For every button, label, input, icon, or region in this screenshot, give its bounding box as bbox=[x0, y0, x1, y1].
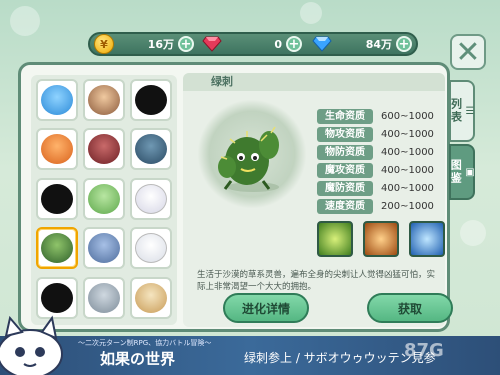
monster-slot[interactable] bbox=[83, 227, 125, 270]
tan-monster-icon bbox=[135, 282, 167, 313]
monster-slot-selected[interactable] bbox=[36, 227, 78, 270]
banner-tagline: ～二次元ターン制RPG、協力バトル冒険～ bbox=[78, 339, 212, 347]
diamond-icon bbox=[312, 34, 332, 54]
monster-detail: 绿刺 生命资质 600~1000 物攻资质 400~1000 物防资质 400~… bbox=[183, 73, 453, 327]
blue-bird-monster-icon bbox=[41, 85, 73, 115]
skill-claw-icon[interactable] bbox=[363, 221, 399, 257]
dark-blue-monster-icon bbox=[135, 134, 167, 165]
locked-monster-icon bbox=[135, 85, 167, 115]
tab-bestiary[interactable]: ▣ 图鉴 bbox=[449, 144, 475, 200]
monster-slot[interactable] bbox=[36, 177, 78, 220]
white-cat-mascot-icon bbox=[0, 315, 63, 375]
monster-slot[interactable] bbox=[36, 128, 78, 171]
orange-bear-monster-icon bbox=[41, 134, 73, 165]
monster-slot[interactable] bbox=[36, 276, 78, 319]
red-demon-monster-icon bbox=[88, 134, 120, 165]
diamond-currency: 84万 + bbox=[312, 34, 412, 54]
monster-slot[interactable] bbox=[130, 276, 172, 319]
gold-currency: ¥ 16万 + bbox=[94, 34, 194, 54]
tab-bestiary-label: 图鉴 bbox=[449, 159, 463, 185]
bokeh bbox=[10, 6, 40, 36]
brown-beast-monster-icon bbox=[88, 85, 120, 115]
ruby-currency: 0 + bbox=[202, 34, 302, 54]
monster-slot[interactable] bbox=[130, 227, 172, 270]
white-bunny-monster-icon bbox=[135, 183, 167, 214]
stat-label: 魔攻资质 bbox=[317, 162, 373, 178]
monster-slot[interactable] bbox=[130, 128, 172, 171]
locked-monster-icon bbox=[41, 183, 73, 214]
close-icon: ✕ bbox=[455, 34, 481, 70]
gray-monster-icon bbox=[88, 282, 120, 313]
ruby-icon bbox=[202, 34, 222, 54]
banner-title: 如果の世界 bbox=[100, 350, 176, 368]
stat-row: 物攻资质 400~1000 bbox=[317, 125, 443, 143]
book-icon: ▣ bbox=[465, 166, 477, 178]
close-button[interactable]: ✕ bbox=[450, 34, 486, 70]
stat-value: 400~1000 bbox=[381, 164, 434, 176]
cactus-monster-art bbox=[218, 126, 279, 192]
monster-slot[interactable] bbox=[83, 128, 125, 171]
monster-portrait bbox=[197, 99, 307, 209]
monster-name: 绿刺 bbox=[183, 73, 445, 91]
obtain-button[interactable]: 获取 bbox=[367, 293, 453, 323]
monster-slot[interactable] bbox=[83, 177, 125, 220]
monster-slot[interactable] bbox=[36, 79, 78, 121]
coin-icon: ¥ bbox=[94, 34, 114, 54]
stat-row: 速度资质 200~1000 bbox=[317, 197, 443, 215]
monster-slot[interactable] bbox=[130, 177, 172, 220]
stat-value: 600~1000 bbox=[381, 110, 434, 122]
site-watermark: 87G bbox=[404, 340, 444, 361]
stat-label: 物防资质 bbox=[317, 144, 373, 160]
stats-list: 生命资质 600~1000 物攻资质 400~1000 物防资质 400~100… bbox=[317, 107, 443, 215]
monster-description: 生活于沙漠的草系灵兽，遍布全身的尖刺让人觉得凶猛可怕，实际上非常渴望一个大大的拥… bbox=[197, 270, 436, 292]
stat-row: 魔攻资质 400~1000 bbox=[317, 161, 443, 179]
skill-wind-icon[interactable] bbox=[317, 221, 353, 257]
stat-label: 速度资质 bbox=[317, 198, 373, 214]
stat-label: 魔防资质 bbox=[317, 180, 373, 196]
list-icon: ☰ bbox=[465, 105, 477, 117]
blue-dragon-monster-icon bbox=[88, 233, 120, 264]
white-cat-monster-icon bbox=[135, 233, 167, 264]
add-diamond-button[interactable]: + bbox=[396, 36, 412, 52]
tab-list[interactable]: ☰ 列表 bbox=[449, 80, 475, 142]
stat-value: 200~1000 bbox=[381, 200, 434, 212]
bokeh bbox=[460, 220, 486, 246]
green-pig-monster-icon bbox=[88, 183, 120, 214]
monster-grid bbox=[31, 75, 177, 325]
stat-label: 生命资质 bbox=[317, 108, 373, 124]
tab-list-label: 列表 bbox=[449, 98, 463, 124]
ruby-value: 0 bbox=[274, 37, 282, 51]
monster-slot[interactable] bbox=[83, 79, 125, 121]
add-gold-button[interactable]: + bbox=[178, 36, 194, 52]
bokeh bbox=[300, 2, 322, 24]
monster-slot[interactable] bbox=[130, 79, 172, 121]
monster-slot[interactable] bbox=[83, 276, 125, 319]
stat-row: 生命资质 600~1000 bbox=[317, 107, 443, 125]
stat-row: 魔防资质 400~1000 bbox=[317, 179, 443, 197]
gold-value: 16万 bbox=[147, 38, 174, 51]
evolve-details-button[interactable]: 进化详情 bbox=[223, 293, 309, 323]
locked-monster-icon bbox=[41, 282, 73, 313]
skill-lightning-icon[interactable] bbox=[409, 221, 445, 257]
diamond-value: 84万 bbox=[365, 38, 392, 51]
currency-bar: ¥ 16万 + 0 + 84万 + bbox=[88, 32, 418, 56]
bestiary-panel: 绿刺 生命资质 600~1000 物攻资质 400~1000 物防资质 400~… bbox=[18, 62, 453, 332]
stat-value: 400~1000 bbox=[381, 146, 434, 158]
stat-row: 物防资质 400~1000 bbox=[317, 143, 443, 161]
add-ruby-button[interactable]: + bbox=[286, 36, 302, 52]
green-cactus-monster-icon bbox=[41, 233, 73, 264]
stat-label: 物攻资质 bbox=[317, 126, 373, 142]
stat-value: 400~1000 bbox=[381, 182, 434, 194]
skill-list bbox=[317, 221, 445, 257]
stat-value: 400~1000 bbox=[381, 128, 434, 140]
